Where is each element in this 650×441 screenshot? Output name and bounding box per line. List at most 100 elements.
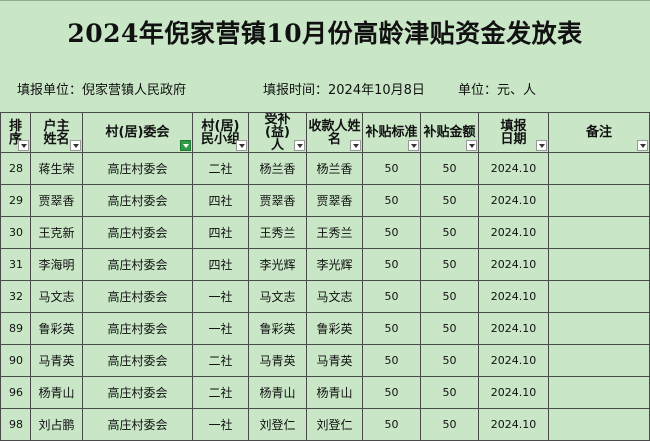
cell-name[interactable]: 王克新 — [30, 216, 83, 249]
table-row[interactable]: 30 王克新 高庄村委会 四社 王秀兰 王秀兰 50 50 2024.10 — [0, 216, 650, 249]
cell-date[interactable]: 2024.10 — [478, 344, 549, 377]
cell-group[interactable]: 一社 — [192, 312, 249, 345]
col-header-idx[interactable]: 排序 — [0, 112, 31, 153]
cell-name[interactable]: 李海明 — [30, 248, 83, 281]
cell-group[interactable]: 一社 — [192, 280, 249, 313]
cell-date[interactable]: 2024.10 — [478, 248, 549, 281]
cell-subsidy-std[interactable]: 50 — [362, 216, 421, 249]
table-row[interactable]: 29 贾翠香 高庄村委会 四社 贾翠香 贾翠香 50 50 2024.10 — [0, 184, 650, 217]
cell-payee[interactable]: 马青英 — [306, 344, 363, 377]
cell-payee[interactable]: 李光辉 — [306, 248, 363, 281]
cell-recipient[interactable]: 马青英 — [248, 344, 307, 377]
cell-group[interactable]: 四社 — [192, 184, 249, 217]
cell-date[interactable]: 2024.10 — [478, 216, 549, 249]
cell-group[interactable]: 一社 — [192, 408, 249, 441]
cell-recipient[interactable]: 马文志 — [248, 280, 307, 313]
cell-village[interactable]: 高庄村委会 — [82, 184, 193, 217]
cell-idx[interactable]: 89 — [0, 312, 31, 345]
cell-payee[interactable]: 刘登仁 — [306, 408, 363, 441]
cell-subsidy-amt[interactable]: 50 — [420, 280, 479, 313]
cell-village[interactable]: 高庄村委会 — [82, 344, 193, 377]
col-header-name[interactable]: 户主姓名 — [30, 112, 83, 153]
cell-date[interactable]: 2024.10 — [478, 376, 549, 409]
cell-village[interactable]: 高庄村委会 — [82, 152, 193, 185]
cell-name[interactable]: 杨青山 — [30, 376, 83, 409]
cell-note[interactable] — [548, 184, 650, 217]
filter-dropdown-icon[interactable] — [70, 140, 81, 151]
cell-recipient[interactable]: 李光辉 — [248, 248, 307, 281]
cell-idx[interactable]: 96 — [0, 376, 31, 409]
cell-date[interactable]: 2024.10 — [478, 184, 549, 217]
cell-name[interactable]: 鲁彩英 — [30, 312, 83, 345]
cell-note[interactable] — [548, 216, 650, 249]
cell-group[interactable]: 四社 — [192, 216, 249, 249]
cell-name[interactable]: 贾翠香 — [30, 184, 83, 217]
cell-group[interactable]: 二社 — [192, 152, 249, 185]
cell-note[interactable] — [548, 248, 650, 281]
table-row[interactable]: 96 杨青山 高庄村委会 二社 杨青山 杨青山 50 50 2024.10 — [0, 376, 650, 409]
cell-date[interactable]: 2024.10 — [478, 280, 549, 313]
cell-subsidy-amt[interactable]: 50 — [420, 216, 479, 249]
cell-date[interactable]: 2024.10 — [478, 312, 549, 345]
cell-subsidy-std[interactable]: 50 — [362, 248, 421, 281]
cell-recipient[interactable]: 王秀兰 — [248, 216, 307, 249]
cell-name[interactable]: 刘占鹏 — [30, 408, 83, 441]
cell-idx[interactable]: 32 — [0, 280, 31, 313]
cell-recipient[interactable]: 鲁彩英 — [248, 312, 307, 345]
filter-active-icon[interactable] — [180, 140, 191, 151]
cell-subsidy-std[interactable]: 50 — [362, 312, 421, 345]
col-header-group[interactable]: 村(居)民小组 — [192, 112, 249, 153]
cell-subsidy-amt[interactable]: 50 — [420, 184, 479, 217]
filter-dropdown-icon[interactable] — [536, 140, 547, 151]
cell-idx[interactable]: 31 — [0, 248, 31, 281]
cell-idx[interactable]: 29 — [0, 184, 31, 217]
filter-dropdown-icon[interactable] — [466, 140, 477, 151]
cell-subsidy-amt[interactable]: 50 — [420, 376, 479, 409]
cell-idx[interactable]: 90 — [0, 344, 31, 377]
cell-subsidy-std[interactable]: 50 — [362, 280, 421, 313]
table-row[interactable]: 90 马青英 高庄村委会 二社 马青英 马青英 50 50 2024.10 — [0, 344, 650, 377]
col-header-note[interactable]: 备注 — [548, 112, 650, 153]
cell-village[interactable]: 高庄村委会 — [82, 312, 193, 345]
filter-dropdown-icon[interactable] — [350, 140, 361, 151]
cell-subsidy-std[interactable]: 50 — [362, 152, 421, 185]
cell-note[interactable] — [548, 376, 650, 409]
cell-subsidy-std[interactable]: 50 — [362, 184, 421, 217]
cell-note[interactable] — [548, 280, 650, 313]
cell-village[interactable]: 高庄村委会 — [82, 216, 193, 249]
cell-group[interactable]: 二社 — [192, 376, 249, 409]
table-row[interactable]: 28 蒋生荣 高庄村委会 二社 杨兰香 杨兰香 50 50 2024.10 — [0, 152, 650, 185]
cell-note[interactable] — [548, 152, 650, 185]
filter-dropdown-icon[interactable] — [408, 140, 419, 151]
cell-subsidy-amt[interactable]: 50 — [420, 152, 479, 185]
cell-recipient[interactable]: 杨青山 — [248, 376, 307, 409]
cell-idx[interactable]: 28 — [0, 152, 31, 185]
cell-date[interactable]: 2024.10 — [478, 408, 549, 441]
cell-subsidy-amt[interactable]: 50 — [420, 312, 479, 345]
col-header-date[interactable]: 填报日期 — [478, 112, 549, 153]
table-row[interactable]: 98 刘占鹏 高庄村委会 一社 刘登仁 刘登仁 50 50 2024.10 — [0, 408, 650, 441]
table-row[interactable]: 89 鲁彩英 高庄村委会 一社 鲁彩英 鲁彩英 50 50 2024.10 — [0, 312, 650, 345]
cell-recipient[interactable]: 刘登仁 — [248, 408, 307, 441]
cell-payee[interactable]: 杨兰香 — [306, 152, 363, 185]
cell-subsidy-std[interactable]: 50 — [362, 344, 421, 377]
col-header-recipient[interactable]: 受补(益)人 — [248, 112, 307, 153]
cell-note[interactable] — [548, 344, 650, 377]
cell-subsidy-std[interactable]: 50 — [362, 408, 421, 441]
table-row[interactable]: 32 马文志 高庄村委会 一社 马文志 马文志 50 50 2024.10 — [0, 280, 650, 313]
cell-subsidy-amt[interactable]: 50 — [420, 344, 479, 377]
filter-dropdown-icon[interactable] — [236, 140, 247, 151]
col-header-subsidy-amt[interactable]: 补贴金额 — [420, 112, 479, 153]
table-row[interactable]: 31 李海明 高庄村委会 四社 李光辉 李光辉 50 50 2024.10 — [0, 248, 650, 281]
cell-date[interactable]: 2024.10 — [478, 152, 549, 185]
cell-subsidy-amt[interactable]: 50 — [420, 248, 479, 281]
cell-name[interactable]: 蒋生荣 — [30, 152, 83, 185]
cell-name[interactable]: 马青英 — [30, 344, 83, 377]
cell-subsidy-std[interactable]: 50 — [362, 376, 421, 409]
col-header-payee[interactable]: 收款人姓名 — [306, 112, 363, 153]
filter-dropdown-icon[interactable] — [637, 140, 648, 151]
cell-group[interactable]: 四社 — [192, 248, 249, 281]
cell-idx[interactable]: 30 — [0, 216, 31, 249]
cell-recipient[interactable]: 杨兰香 — [248, 152, 307, 185]
cell-payee[interactable]: 王秀兰 — [306, 216, 363, 249]
